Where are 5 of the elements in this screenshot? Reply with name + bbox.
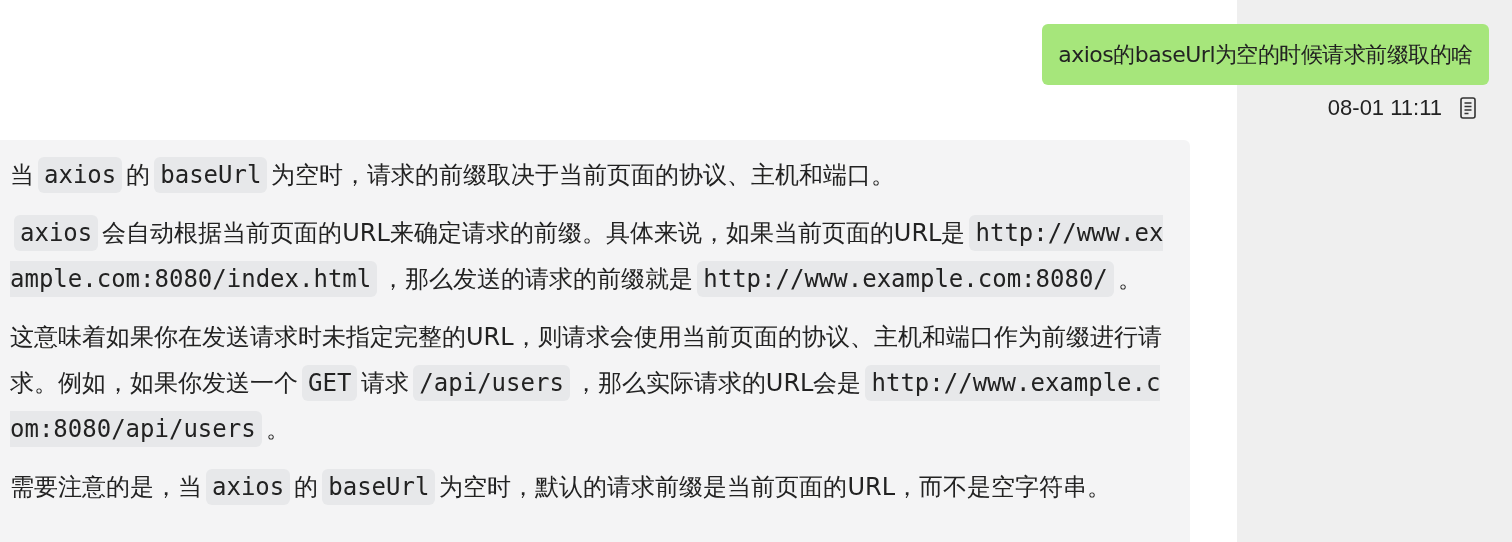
message-time: 08-01 11:11 <box>1327 95 1442 121</box>
answer-paragraph: 需要注意的是，当 axios 的 baseUrl 为空时，默认的请求前缀是当前页面的URL，而不是空字符串。 <box>10 464 1170 510</box>
question-bubble: axios的baseUrl为空的时候请求前缀取的啥 <box>1042 24 1489 85</box>
document-icon[interactable] <box>1460 97 1476 119</box>
answer-paragraph: 当 axios 的 baseUrl 为空时，请求的前缀取决于当前页面的协议、主机和端口。 <box>10 152 1170 198</box>
